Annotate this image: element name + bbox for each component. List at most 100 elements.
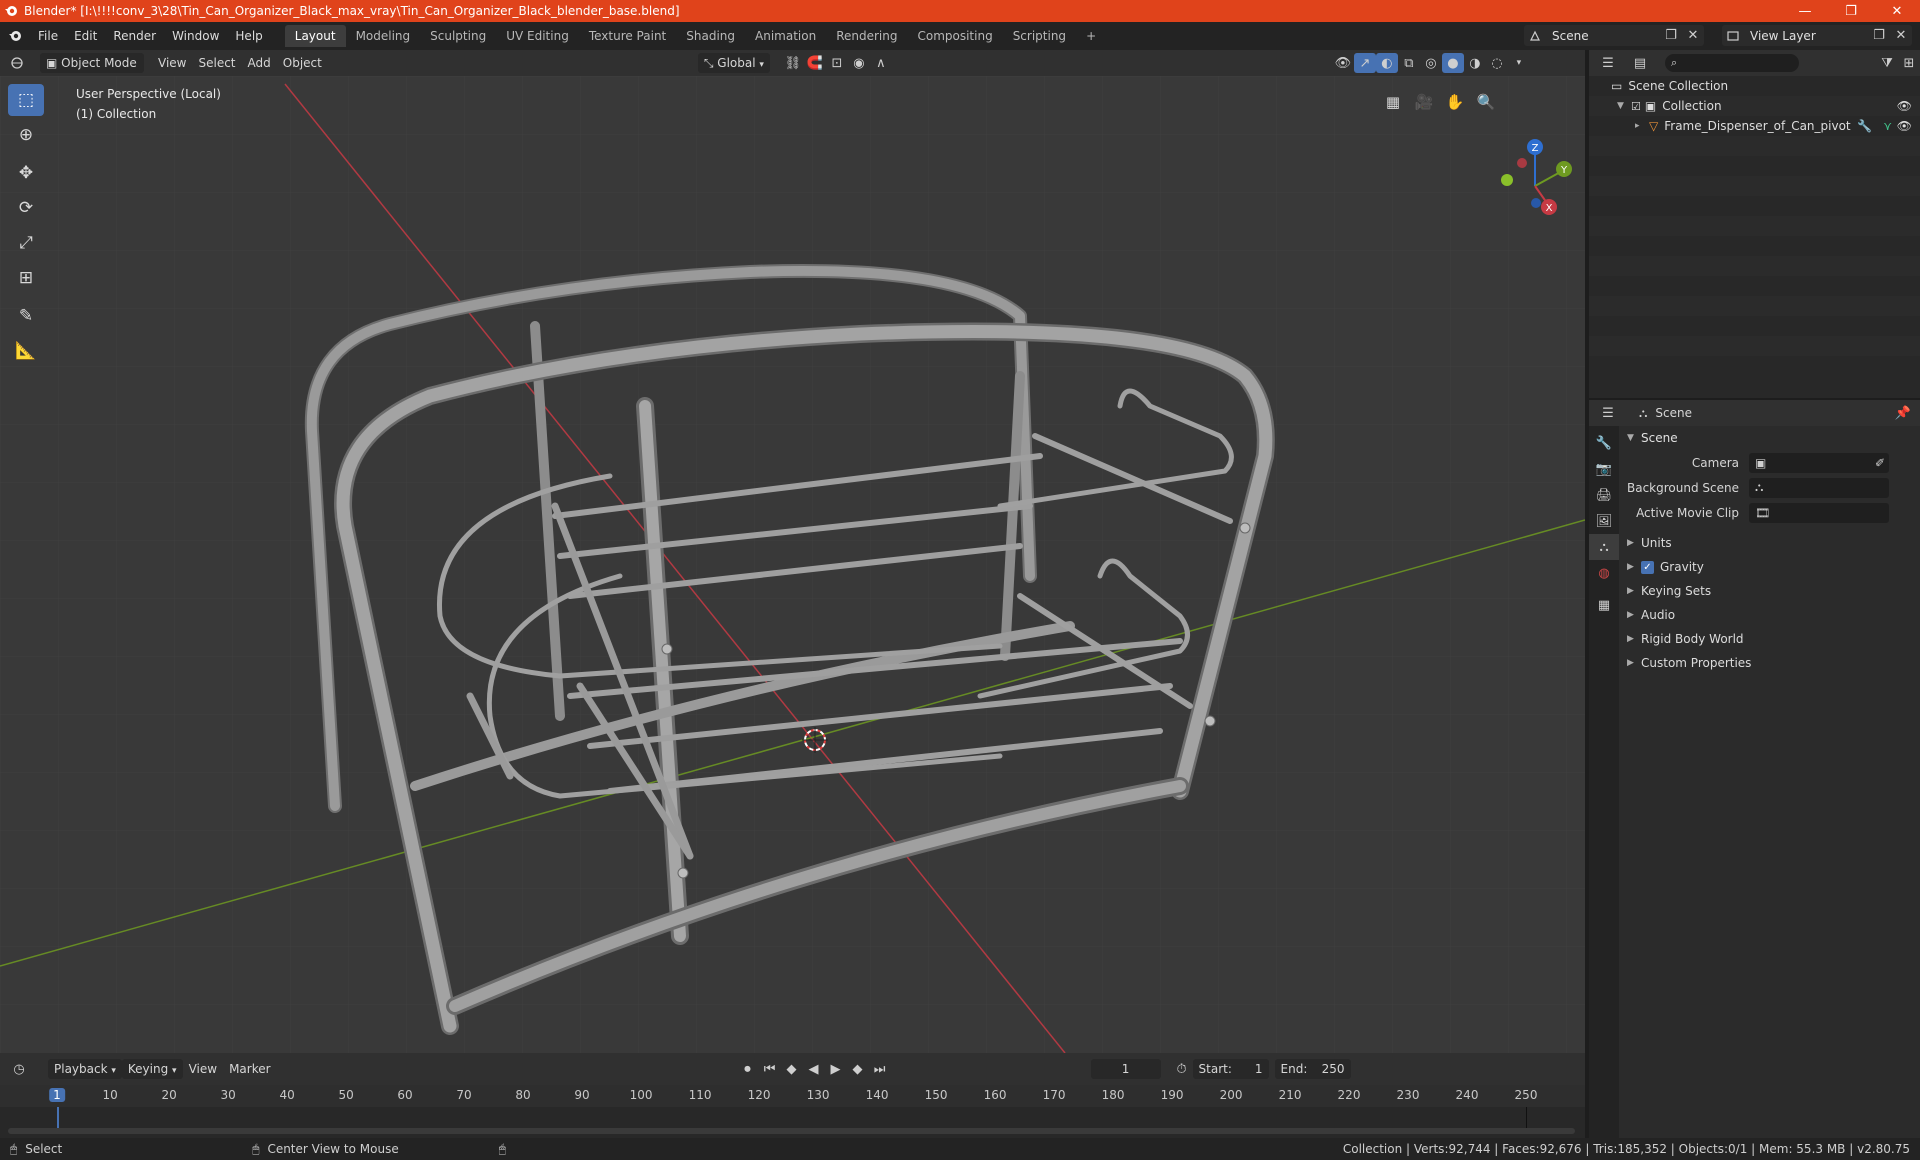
menu-help[interactable]: Help	[227, 25, 270, 47]
rendered-shading-icon[interactable]: ◌	[1486, 53, 1508, 73]
tab-animation[interactable]: Animation	[745, 25, 826, 47]
zoom-view-icon[interactable]: 🔍	[1472, 88, 1500, 116]
outliner-object[interactable]: ▸ ▽ Frame_Dispenser_of_Can_pivot 🔧 ⋎ 👁	[1589, 116, 1920, 136]
tool-tab-icon[interactable]: 🔧	[1589, 430, 1619, 456]
tab-uv-editing[interactable]: UV Editing	[496, 25, 579, 47]
texture-tab-icon[interactable]: ▦	[1589, 592, 1619, 618]
mesh-data-icon[interactable]: ⋎	[1883, 119, 1892, 133]
editor-type-icon[interactable]: ☰	[1597, 53, 1619, 73]
material-shading-icon[interactable]: ◑	[1464, 53, 1486, 73]
render-tab-icon[interactable]: 📷	[1589, 456, 1619, 482]
filter-icon[interactable]: ⧩	[1876, 53, 1898, 73]
move-tool-icon[interactable]: ✥	[8, 157, 44, 189]
minimize-button[interactable]: —	[1782, 0, 1828, 22]
transform-tool-icon[interactable]: ⊞	[8, 262, 44, 294]
eyedropper-icon[interactable]: ✐	[1875, 456, 1889, 470]
play-reverse-icon[interactable]: ◀	[803, 1059, 825, 1079]
outliner-search-input[interactable]: ⌕	[1665, 54, 1799, 72]
gizmo-toggle-icon[interactable]: ↗	[1353, 53, 1376, 73]
output-tab-icon[interactable]: 🖨	[1589, 482, 1619, 508]
transform-orientation-dropdown[interactable]: ⤡ Global ▾	[697, 53, 770, 73]
pivot-point-icon[interactable]: ⛓	[782, 53, 804, 73]
scene-tab-icon[interactable]: ⛬	[1589, 534, 1619, 560]
world-tab-icon[interactable]: ◍	[1589, 560, 1619, 586]
gravity-panel[interactable]: ▶ ✓ Gravity	[1619, 555, 1920, 579]
rigid-body-world-panel[interactable]: ▶ Rigid Body World	[1619, 627, 1920, 651]
tab-rendering[interactable]: Rendering	[826, 25, 907, 47]
editor-type-icon[interactable]: ◷	[8, 1059, 30, 1079]
annotate-tool-icon[interactable]: ✎	[8, 300, 44, 332]
proportional-editing-icon[interactable]: ◉	[848, 53, 870, 73]
blender-menu-icon[interactable]	[0, 26, 30, 46]
outliner-collection[interactable]: ▼ ☑ ▣ Collection 👁	[1589, 96, 1920, 116]
keying-sets-panel[interactable]: ▶ Keying Sets	[1619, 579, 1920, 603]
current-frame-field[interactable]: 1	[1090, 1059, 1161, 1079]
eye-icon[interactable]: 👁	[1897, 119, 1912, 133]
menu-marker[interactable]: Marker	[223, 1059, 276, 1079]
scene-panel-header[interactable]: ▼ Scene	[1619, 426, 1920, 450]
eye-icon[interactable]: 👁	[1897, 99, 1912, 113]
expand-arrow-icon[interactable]: ▼	[1617, 101, 1631, 111]
custom-properties-panel[interactable]: ▶ Custom Properties	[1619, 651, 1920, 675]
xray-icon[interactable]: ⧉	[1398, 53, 1420, 73]
maximize-button[interactable]: ❐	[1828, 0, 1874, 22]
tab-layout[interactable]: Layout	[284, 25, 346, 47]
copy-scene-icon[interactable]: ❐	[1660, 26, 1682, 46]
object-mode-dropdown[interactable]: ▣ Object Mode ▾	[40, 53, 144, 90]
timeline-ruler[interactable]: 1 10 20 30 40 50 60 70 80 90 100 110 120 130 140 150 160…	[0, 1085, 1585, 1107]
tab-compositing[interactable]: Compositing	[907, 25, 1002, 47]
solid-shading-icon[interactable]: ●	[1441, 53, 1464, 73]
view-layer-tab-icon[interactable]: 🖼	[1589, 508, 1619, 534]
menu-window[interactable]: Window	[164, 25, 227, 47]
jump-start-icon[interactable]: ⏮	[759, 1059, 781, 1079]
pin-icon[interactable]: 📌	[1892, 403, 1914, 423]
menu-render[interactable]: Render	[105, 25, 164, 47]
3d-viewport[interactable]: ▣ Object Mode ▾ View Select Add Object ⤡…	[0, 50, 1585, 1053]
gravity-checkbox[interactable]: ✓	[1641, 560, 1654, 574]
scene-selector[interactable]: Scene ❐ ✕	[1524, 25, 1704, 46]
select-box-tool-icon[interactable]: ⬚	[8, 84, 44, 116]
tab-sculpting[interactable]: Sculpting	[420, 25, 496, 47]
audio-panel[interactable]: ▶ Audio	[1619, 603, 1920, 627]
preview-range-icon[interactable]: ⏱	[1171, 1059, 1193, 1079]
tab-modeling[interactable]: Modeling	[346, 25, 421, 47]
units-panel[interactable]: ▶ Units	[1619, 531, 1920, 555]
toggle-ortho-icon[interactable]: ▦	[1379, 88, 1407, 116]
timeline-scrollbar[interactable]	[8, 1128, 1575, 1134]
viewport-canvas[interactable]: Z Y X	[0, 76, 1585, 1053]
menu-playback[interactable]: Playback ▾	[48, 1059, 122, 1079]
editor-type-icon[interactable]: ☰	[1597, 403, 1619, 423]
timeline-track[interactable]	[0, 1107, 1585, 1138]
play-icon[interactable]: ▶	[825, 1059, 847, 1079]
snap-icon[interactable]: 🧲	[804, 53, 826, 73]
scale-tool-icon[interactable]: ⤢	[8, 227, 44, 259]
view-layer-selector[interactable]: View Layer ❐ ✕	[1722, 25, 1912, 46]
delete-scene-icon[interactable]: ✕	[1682, 26, 1704, 46]
display-mode-icon[interactable]: ▤	[1629, 53, 1651, 73]
pan-view-icon[interactable]: ✋	[1441, 88, 1469, 116]
shading-options-icon[interactable]: ▾	[1508, 53, 1530, 73]
outliner-scene-collection[interactable]: ▭ Scene Collection	[1589, 76, 1920, 96]
jump-keyframe-back-icon[interactable]: ◆	[781, 1059, 803, 1079]
editor-type-icon[interactable]	[6, 53, 28, 73]
menu-file[interactable]: File	[30, 25, 66, 47]
add-workspace-button[interactable]: +	[1076, 25, 1106, 47]
menu-timeline-view[interactable]: View	[183, 1059, 223, 1079]
snap-target-icon[interactable]: ⊡	[826, 53, 848, 73]
menu-keying[interactable]: Keying ▾	[121, 1059, 183, 1079]
camera-field[interactable]: ▣ ✐	[1749, 452, 1889, 473]
checkbox-icon[interactable]: ☑	[1631, 100, 1641, 113]
tab-scripting[interactable]: Scripting	[1003, 25, 1076, 47]
record-icon[interactable]: ⏺	[737, 1059, 759, 1079]
rotate-tool-icon[interactable]: ⟳	[8, 192, 44, 224]
falloff-icon[interactable]: ∧	[870, 53, 892, 73]
wireframe-shading-icon[interactable]: ◎	[1420, 53, 1442, 73]
overlay-toggle-icon[interactable]: ◐	[1375, 53, 1398, 73]
active-movie-clip-field[interactable]: 🎞	[1749, 502, 1889, 523]
copy-view-layer-icon[interactable]: ❐	[1868, 26, 1890, 46]
menu-add[interactable]: Add	[242, 53, 277, 73]
measure-tool-icon[interactable]: 📐	[8, 335, 44, 367]
jump-end-icon[interactable]: ⏭	[869, 1059, 891, 1079]
modifier-icon[interactable]: 🔧	[1857, 119, 1872, 133]
new-collection-icon[interactable]: ⊞	[1898, 53, 1920, 73]
